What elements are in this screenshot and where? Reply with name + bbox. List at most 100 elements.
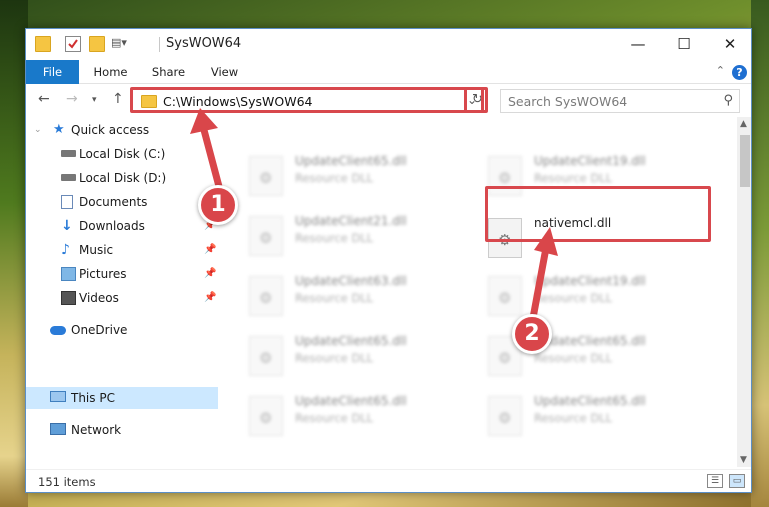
sidebar-item-onedrive[interactable]: OneDrive bbox=[26, 319, 218, 341]
sidebar-item-label: Pictures bbox=[79, 267, 127, 281]
search-input[interactable]: Search SysWOW64 ⚲ bbox=[500, 89, 740, 113]
title-bar: ▤▾ SysWOW64 — ☐ ✕ bbox=[26, 29, 751, 60]
sidebar-item-label: Documents bbox=[79, 195, 148, 209]
step-marker-1: 1 bbox=[198, 185, 238, 225]
tab-view[interactable]: View bbox=[202, 60, 247, 84]
file-type: Resource DLL bbox=[534, 171, 613, 185]
desktop-background-right bbox=[751, 0, 769, 507]
file-item-nativemcl[interactable]: ⚙ nativemcl.dll bbox=[488, 213, 718, 263]
dll-file-icon: ⚙ bbox=[488, 396, 522, 436]
dll-file-icon: ⚙ bbox=[488, 218, 522, 258]
address-bar[interactable]: C:\Windows\SysWOW64 ⌄ bbox=[132, 89, 486, 113]
file-type: Resource DLL bbox=[295, 231, 374, 245]
dll-file-icon: ⚙ bbox=[488, 156, 522, 196]
sidebar-item-label: Videos bbox=[79, 291, 119, 305]
download-icon: ↓ bbox=[61, 218, 73, 234]
sidebar-item-network[interactable]: Network bbox=[26, 419, 218, 441]
details-view-icon[interactable]: ☰ bbox=[707, 474, 723, 488]
drive-icon bbox=[61, 174, 76, 181]
minimize-button[interactable]: — bbox=[615, 29, 661, 59]
file-item[interactable]: ⚙ UpdateClient65.dll Resource DLL bbox=[249, 331, 479, 381]
customize-toolbar-icon[interactable]: ▤▾ bbox=[111, 36, 127, 52]
pictures-icon bbox=[61, 267, 76, 281]
expand-ribbon-icon[interactable]: ⌃ bbox=[716, 64, 725, 77]
sidebar-item-pictures[interactable]: Pictures 📌 bbox=[26, 263, 218, 285]
dll-file-icon: ⚙ bbox=[249, 276, 283, 316]
file-item[interactable]: ⚙ UpdateClient19.dll Resource DLL bbox=[488, 151, 718, 201]
sidebar-item-music[interactable]: ♪ Music 📌 bbox=[26, 239, 218, 261]
dll-file-icon: ⚙ bbox=[249, 336, 283, 376]
dll-file-icon: ⚙ bbox=[249, 216, 283, 256]
drive-icon bbox=[61, 150, 76, 157]
file-item[interactable]: ⚙ UpdateClient19.dll Resource DLL bbox=[488, 271, 718, 321]
file-list: ⚙ UpdateClient65.dll Resource DLL ⚙ Upda… bbox=[218, 117, 738, 467]
scroll-down-icon[interactable]: ▼ bbox=[740, 455, 747, 465]
tab-share[interactable]: Share bbox=[146, 60, 191, 84]
sidebar-item-documents[interactable]: Documents 📌 bbox=[26, 191, 218, 213]
star-icon: ★ bbox=[53, 122, 65, 137]
address-path[interactable]: C:\Windows\SysWOW64 bbox=[163, 94, 312, 109]
file-type: Resource DLL bbox=[295, 171, 374, 185]
file-name: nativemcl.dll bbox=[534, 216, 612, 230]
sidebar-item-this-pc[interactable]: This PC bbox=[26, 387, 218, 409]
videos-icon bbox=[61, 291, 76, 305]
file-name: UpdateClient65.dll bbox=[295, 334, 407, 348]
recent-locations-icon[interactable]: ▾ bbox=[92, 95, 97, 105]
refresh-button[interactable]: ↻ bbox=[466, 89, 488, 113]
sidebar-item-local-disk-d[interactable]: Local Disk (D:) bbox=[26, 167, 218, 189]
sidebar-item-label: Local Disk (C:) bbox=[79, 147, 166, 161]
dll-file-icon: ⚙ bbox=[249, 156, 283, 196]
sidebar-item-label: Quick access bbox=[71, 123, 150, 137]
file-item[interactable]: ⚙ UpdateClient65.dll Resource DLL bbox=[488, 391, 718, 441]
file-item[interactable]: ⚙ UpdateClient63.dll Resource DLL bbox=[249, 271, 479, 321]
pin-icon: 📌 bbox=[204, 268, 217, 279]
file-item[interactable]: ⚙ UpdateClient65.dll Resource DLL bbox=[249, 151, 479, 201]
file-type: Resource DLL bbox=[534, 291, 613, 305]
properties-icon[interactable] bbox=[65, 36, 81, 52]
file-type: Resource DLL bbox=[295, 411, 374, 425]
status-bar: 151 items ☰ ▭ bbox=[26, 469, 751, 492]
file-name: UpdateClient65.dll bbox=[295, 394, 407, 408]
maximize-button[interactable]: ☐ bbox=[661, 29, 707, 59]
up-button[interactable]: ↑ bbox=[112, 91, 124, 107]
file-type: Resource DLL bbox=[295, 351, 374, 365]
cloud-icon bbox=[50, 326, 66, 335]
network-icon bbox=[50, 423, 66, 435]
forward-button[interactable]: → bbox=[66, 91, 78, 107]
new-folder-icon[interactable] bbox=[89, 36, 105, 52]
sidebar-item-label: Local Disk (D:) bbox=[79, 171, 167, 185]
sidebar-item-local-disk-c[interactable]: Local Disk (C:) bbox=[26, 143, 218, 165]
sidebar-item-quick-access[interactable]: ⌄ ★ Quick access bbox=[26, 119, 218, 141]
sidebar-item-downloads[interactable]: ↓ Downloads 📌 bbox=[26, 215, 218, 237]
tab-file[interactable]: File bbox=[26, 60, 79, 84]
documents-icon bbox=[61, 195, 73, 209]
explorer-window: ▤▾ SysWOW64 — ☐ ✕ File Home Share View ⌃… bbox=[25, 28, 752, 493]
navigation-pane: ⌄ ★ Quick access Local Disk (C:) Local D… bbox=[26, 117, 218, 467]
large-icons-view-icon[interactable]: ▭ bbox=[729, 474, 745, 488]
file-item[interactable]: ⚙ UpdateClient65.dll Resource DLL bbox=[249, 391, 479, 441]
back-button[interactable]: ← bbox=[38, 91, 50, 107]
sidebar-item-label: This PC bbox=[71, 391, 115, 405]
step-marker-2: 2 bbox=[512, 314, 552, 354]
file-name: UpdateClient19.dll bbox=[534, 274, 646, 288]
file-type: Resource DLL bbox=[295, 291, 374, 305]
vertical-scrollbar[interactable]: ▲ ▼ bbox=[737, 117, 751, 467]
file-name: UpdateClient65.dll bbox=[295, 154, 407, 168]
sidebar-item-label: Music bbox=[79, 243, 114, 257]
help-icon[interactable]: ? bbox=[732, 65, 747, 80]
file-name: UpdateClient65.dll bbox=[534, 394, 646, 408]
pin-icon: 📌 bbox=[204, 244, 217, 255]
folder-icon bbox=[141, 95, 157, 108]
scroll-thumb[interactable] bbox=[740, 135, 750, 187]
pin-icon: 📌 bbox=[204, 292, 217, 303]
scroll-up-icon[interactable]: ▲ bbox=[740, 119, 747, 129]
folder-icon bbox=[35, 36, 51, 52]
file-item[interactable]: ⚙ UpdateClient21.dll Resource DLL bbox=[249, 211, 479, 261]
file-name: UpdateClient63.dll bbox=[295, 274, 407, 288]
chevron-down-icon[interactable]: ⌄ bbox=[34, 119, 42, 141]
tab-home[interactable]: Home bbox=[88, 60, 133, 84]
close-button[interactable]: ✕ bbox=[707, 29, 751, 59]
sidebar-item-label: Downloads bbox=[79, 219, 145, 233]
file-type: Resource DLL bbox=[534, 351, 613, 365]
sidebar-item-videos[interactable]: Videos 📌 bbox=[26, 287, 218, 309]
